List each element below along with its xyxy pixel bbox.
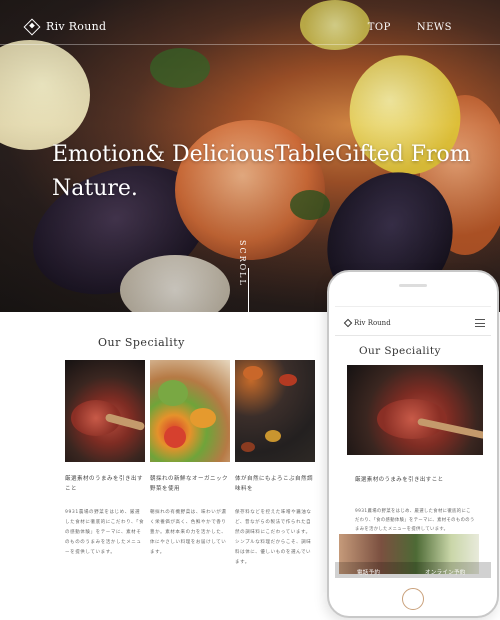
scroll-indicator-label[interactable]: SCROLL (238, 240, 247, 287)
card-heading: 体が自然にもよろこぶ自然調味料を (235, 476, 314, 492)
online-reserve-button[interactable]: オンライン予約 (425, 568, 466, 576)
mobile-card-body: 9931農場の野菜をはじめ、厳選した食材に徹底的にこだわり、「食の感動体験」をテ… (355, 509, 475, 532)
hero-section: Riv Round TOP NEWS Emotion& DeliciousTab… (0, 0, 500, 312)
nav-item-top[interactable]: TOP (368, 22, 391, 33)
mobile-steak-photo (347, 365, 483, 455)
top-navigation: TOP NEWS (368, 22, 452, 33)
phone-reserve-button[interactable]: 電話予約 (357, 568, 380, 576)
spice-spoon (265, 430, 281, 442)
brand-name: Riv Round (46, 20, 107, 33)
scroll-indicator-line (248, 268, 249, 312)
speciality-card: 体が自然にもよろこぶ自然調味料を 保存料などを控えた味噌や醤油など、昔ながらの製… (235, 360, 315, 568)
spice-spoon (279, 374, 297, 386)
section-title: Our Speciality (98, 336, 185, 349)
greens (158, 380, 188, 406)
vegetables-photo (150, 360, 230, 462)
phone-mockup: Riv Round Our Speciality 厳選素材のうまみを引き出すこと… (327, 270, 499, 618)
steak-slice (377, 399, 447, 439)
spice-spoon (243, 366, 263, 380)
mobile-header-divider (335, 335, 491, 336)
home-button[interactable] (402, 588, 424, 610)
tomato (164, 426, 186, 448)
logo-diamond-icon (23, 18, 41, 35)
carrot (190, 408, 216, 428)
steak-photo (65, 360, 145, 462)
hamburger-menu-icon[interactable] (475, 319, 485, 327)
mobile-brand-name: Riv Round (354, 319, 391, 327)
card-body: 9931農場の野菜をはじめ、厳選した食材に徹底的にこだわり、「食の感動体験」をテ… (65, 510, 145, 555)
hero-tagline: Emotion& DeliciousTableGifted From Natur… (52, 142, 471, 201)
phone-speaker (399, 284, 427, 287)
mobile-card-heading: 厳選素材のうまみを引き出すこと (355, 477, 444, 483)
speciality-card: 朝採れの新鮮なオーガニック野菜を使用 朝採れの有機野菜は、味わいが濃く栄養価が高… (150, 360, 230, 558)
mobile-section-title: Our Speciality (359, 345, 441, 357)
card-body: 保存料などを控えた味噌や醤油など、昔ながらの製法で作られた自然の調味料にこだわっ… (235, 510, 312, 565)
mobile-logo[interactable]: Riv Round (343, 318, 391, 328)
speciality-card: 厳選素材のうまみを引き出すこと 9931農場の野菜をはじめ、厳選した食材に徹底的… (65, 360, 145, 558)
header-divider (0, 44, 500, 45)
card-heading: 朝採れの新鮮なオーガニック野菜を使用 (150, 476, 229, 492)
nav-item-news[interactable]: NEWS (417, 22, 452, 33)
site-logo[interactable]: Riv Round (23, 18, 107, 35)
card-body: 朝採れの有機野菜は、味わいが濃く栄養価が高く、色鮮やかで香り豊か。素材本来の力を… (150, 510, 227, 555)
card-heading: 厳選素材のうまみを引き出すこと (65, 476, 144, 492)
logo-diamond-icon (343, 318, 353, 328)
spices-photo (235, 360, 315, 462)
spice-spoon (241, 442, 255, 452)
